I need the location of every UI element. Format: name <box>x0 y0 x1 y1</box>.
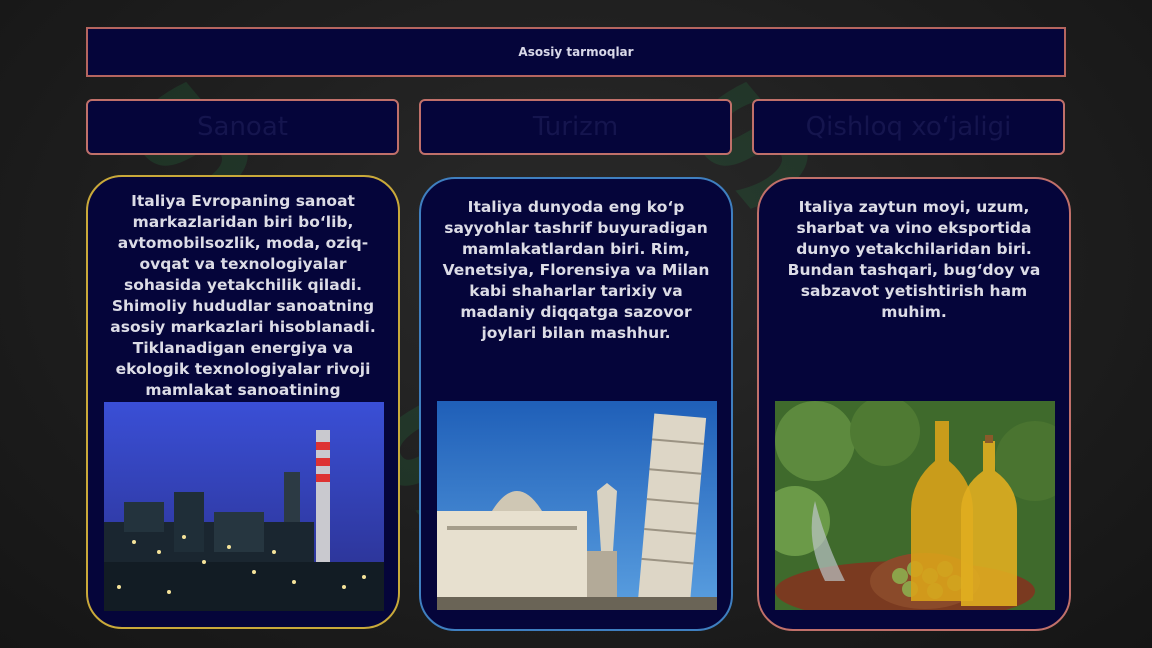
title-banner: Asosiy tarmoqlar <box>86 27 1066 77</box>
card-turizm: Italiya dunyoda eng ko‘p sayyohlar tashr… <box>419 177 733 631</box>
olive-oil-image <box>775 401 1055 610</box>
category-label: Qishloq xo‘jaligi <box>805 112 1012 142</box>
category-label: Turizm <box>532 112 619 142</box>
slide-title: Asosiy tarmoqlar <box>518 45 634 59</box>
category-turizm: Turizm <box>419 99 732 155</box>
card-qishloq: Italiya zaytun moyi, uzum, sharbat va vi… <box>757 177 1071 631</box>
category-sanoat: Sanoat <box>86 99 399 155</box>
category-label: Sanoat <box>197 112 288 142</box>
card-description: Italiya dunyoda eng ko‘p sayyohlar tashr… <box>442 198 710 342</box>
category-qishloq: Qishloq xo‘jaligi <box>752 99 1065 155</box>
industrial-plant-image <box>104 402 384 611</box>
card-description: Italiya Evropaning sanoat markazlaridan … <box>110 192 376 399</box>
card-sanoat: Italiya Evropaning sanoat markazlaridan … <box>86 175 400 629</box>
card-description: Italiya zaytun moyi, uzum, sharbat va vi… <box>787 198 1041 321</box>
pisa-tower-image <box>437 401 717 610</box>
